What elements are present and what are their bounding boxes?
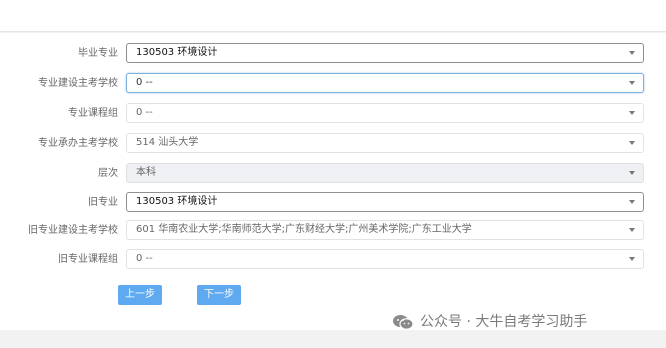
major-construction-school-value: 0 --: [136, 77, 153, 88]
chevron-down-icon: [629, 200, 635, 204]
previous-step-button[interactable]: 上一步: [118, 285, 162, 305]
row-old-course-group: 旧专业课程组 0 --: [0, 249, 666, 271]
chevron-down-icon: [629, 51, 635, 55]
old-course-group-select[interactable]: 0 --: [126, 249, 644, 269]
old-major-select[interactable]: 130503 环境设计: [126, 192, 644, 212]
form-card: 毕业专业 130503 环境设计 专业建设主考学校 0 -- 专业课程组 0 -…: [0, 33, 666, 330]
course-group-select[interactable]: 0 --: [126, 103, 644, 123]
course-group-label: 专业课程组: [68, 108, 118, 119]
old-major-label: 旧专业: [88, 197, 118, 208]
course-group-value: 0 --: [136, 107, 153, 118]
chevron-down-icon: [629, 111, 635, 115]
hosting-school-label: 专业承办主考学校: [38, 138, 118, 149]
graduation-major-label: 毕业专业: [78, 48, 118, 59]
chevron-down-icon: [629, 171, 635, 175]
major-construction-school-select[interactable]: 0 --: [126, 73, 644, 93]
graduation-major-select[interactable]: 130503 环境设计: [126, 43, 644, 63]
graduation-major-value: 130503 环境设计: [136, 47, 218, 58]
level-select: 本科: [126, 163, 644, 183]
old-construction-school-select[interactable]: 601 华南农业大学;华南师范大学;广东财经大学;广州美术学院;广东工业大学: [126, 220, 644, 240]
row-level: 层次 本科: [0, 163, 666, 185]
chevron-down-icon: [629, 141, 635, 145]
top-bar: [0, 0, 666, 32]
level-value: 本科: [136, 167, 156, 178]
row-hosting-school: 专业承办主考学校 514 汕头大学: [0, 133, 666, 155]
row-graduation-major: 毕业专业 130503 环境设计: [0, 43, 666, 65]
old-construction-school-value: 601 华南农业大学;华南师范大学;广东财经大学;广州美术学院;广东工业大学: [136, 224, 472, 235]
old-course-group-value: 0 --: [136, 253, 153, 264]
old-major-value: 130503 环境设计: [136, 196, 218, 207]
hosting-school-select[interactable]: 514 汕头大学: [126, 133, 644, 153]
level-label: 层次: [98, 168, 118, 179]
row-course-group: 专业课程组 0 --: [0, 103, 666, 125]
watermark-text: 公众号 · 大牛自考学习助手: [420, 314, 588, 330]
row-old-construction-school: 旧专业建设主考学校 601 华南农业大学;华南师范大学;广东财经大学;广州美术学…: [0, 220, 666, 242]
major-construction-school-label: 专业建设主考学校: [38, 78, 118, 89]
chevron-down-icon: [629, 257, 635, 261]
wechat-icon: [393, 315, 414, 330]
chevron-down-icon: [629, 81, 635, 85]
chevron-down-icon: [629, 228, 635, 232]
row-old-major: 旧专业 130503 环境设计: [0, 192, 666, 214]
row-major-construction-school: 专业建设主考学校 0 --: [0, 73, 666, 95]
hosting-school-value: 514 汕头大学: [136, 137, 199, 148]
old-construction-school-label: 旧专业建设主考学校: [28, 225, 118, 236]
next-step-button[interactable]: 下一步: [197, 285, 241, 305]
old-course-group-label: 旧专业课程组: [58, 254, 118, 265]
